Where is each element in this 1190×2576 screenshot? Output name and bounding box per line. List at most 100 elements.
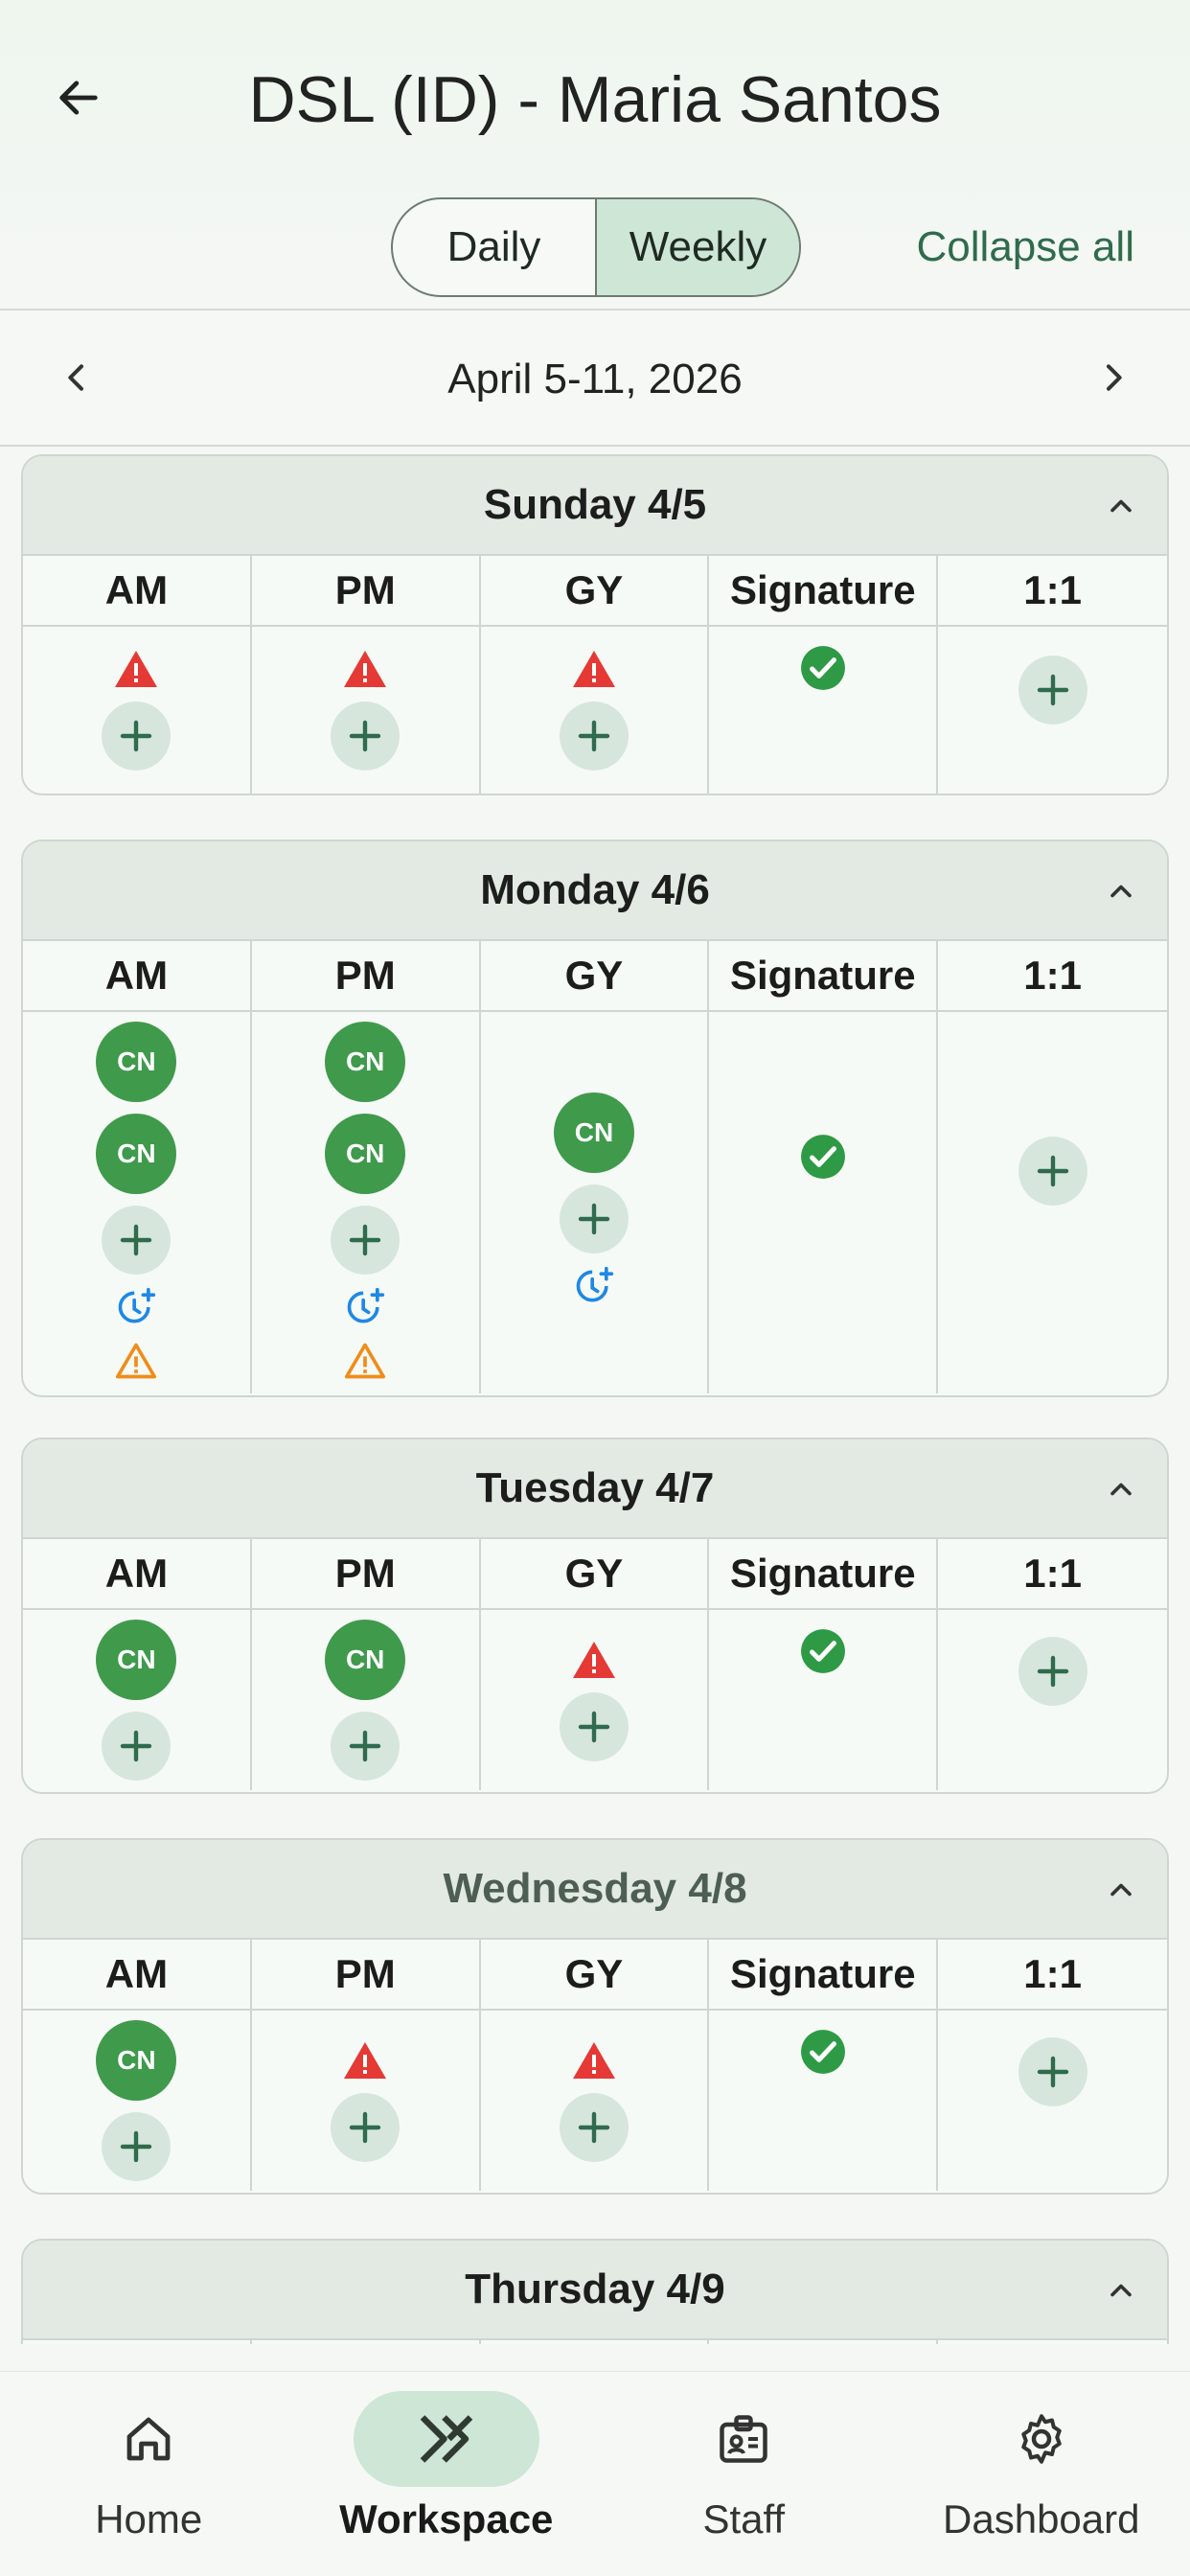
day-header[interactable]: Wednesday 4/8 — [23, 1840, 1167, 1940]
column-header-signature: Signature — [709, 1539, 939, 1608]
day-header[interactable]: Thursday 4/9 — [23, 2241, 1167, 2340]
plus-icon — [571, 2104, 617, 2150]
add-note-button[interactable] — [559, 1184, 629, 1254]
nav-item-workspace[interactable]: Workspace — [298, 2372, 596, 2576]
daily-toggle-option[interactable]: Daily — [393, 199, 595, 295]
chevron-up-icon[interactable] — [1104, 489, 1138, 523]
plus-icon — [571, 713, 617, 759]
completed-note-badge[interactable]: CN — [96, 1022, 177, 1102]
chevron-up-icon[interactable] — [1104, 874, 1138, 908]
day-header[interactable]: Sunday 4/5 — [23, 456, 1167, 556]
pm-cell — [252, 627, 481, 794]
plus-icon — [1030, 1148, 1076, 1194]
nav-item-dashboard[interactable]: Dashboard — [893, 2372, 1190, 2576]
week-range-label: April 5-11, 2026 — [447, 356, 743, 402]
day-card-tuesday: Tuesday 4/7 AM PM GY Signature 1:1 CN CN — [21, 1438, 1169, 1794]
gy-cell: CN — [481, 1012, 710, 1393]
completed-note-badge[interactable]: CN — [325, 1022, 406, 1102]
warning-icon[interactable] — [344, 1340, 386, 1382]
gear-icon — [1021, 2414, 1062, 2464]
next-week-button[interactable] — [1073, 337, 1154, 418]
add-one-on-one-button[interactable] — [1018, 656, 1087, 724]
column-header-gy: GY — [481, 2340, 710, 2344]
day-card-wednesday: Wednesday 4/8 AM PM GY Signature 1:1 CN — [21, 1838, 1169, 2195]
workspace-icon — [420, 2415, 473, 2463]
nav-label: Staff — [702, 2496, 786, 2542]
column-header-am: AM — [23, 556, 252, 625]
column-header-one-on-one: 1:1 — [1023, 1951, 1082, 1996]
gy-cell — [481, 627, 710, 794]
gy-cell — [481, 2011, 710, 2191]
day-card-thursday: Thursday 4/9 AM PM GY Signature 1:1 — [21, 2239, 1169, 2344]
missing-note-alert-icon[interactable] — [571, 646, 617, 692]
add-one-on-one-button[interactable] — [1018, 1137, 1087, 1206]
add-note-button[interactable] — [559, 702, 629, 770]
add-note-button[interactable] — [102, 1712, 172, 1781]
completed-note-badge[interactable]: CN — [96, 1114, 177, 1194]
column-header-pm: PM — [252, 2340, 481, 2344]
day-title: Thursday 4/9 — [465, 2266, 725, 2312]
column-header-pm: PM — [252, 1539, 481, 1608]
add-note-button[interactable] — [102, 2112, 172, 2181]
add-note-button[interactable] — [331, 702, 400, 770]
completed-note-badge[interactable]: CN — [96, 1620, 177, 1700]
warning-icon[interactable] — [115, 1340, 157, 1382]
am-cell: CN — [23, 1610, 252, 1790]
clock-plus-icon[interactable] — [115, 1286, 157, 1328]
nav-item-staff[interactable]: Staff — [595, 2372, 893, 2576]
chevron-up-icon[interactable] — [1104, 1873, 1138, 1907]
am-cell: CN — [23, 2011, 252, 2191]
pm-cell — [252, 2011, 481, 2191]
check-circle-icon — [799, 1627, 847, 1675]
day-header[interactable]: Tuesday 4/7 — [23, 1439, 1167, 1539]
plus-icon — [571, 1196, 617, 1242]
add-note-button[interactable] — [331, 1206, 400, 1275]
add-one-on-one-button[interactable] — [1018, 2037, 1087, 2106]
completed-note-badge[interactable]: CN — [325, 1620, 406, 1700]
am-cell: CN CN — [23, 1012, 252, 1393]
missing-note-alert-icon[interactable] — [571, 2037, 617, 2083]
column-headers: AM PM GY Signature 1:1 — [23, 1940, 1167, 2011]
missing-note-alert-icon[interactable] — [342, 2037, 388, 2083]
add-note-button[interactable] — [331, 1712, 400, 1781]
pm-cell: CN CN — [252, 1012, 481, 1393]
weekly-toggle-option[interactable]: Weekly — [595, 199, 799, 295]
add-one-on-one-button[interactable] — [1018, 1637, 1087, 1706]
add-note-button[interactable] — [559, 1692, 629, 1761]
column-headers: AM PM GY Signature 1:1 — [23, 941, 1167, 1012]
column-header-am: AM — [23, 2340, 252, 2344]
completed-note-badge[interactable]: CN — [96, 2020, 177, 2101]
plus-icon — [1030, 2049, 1076, 2095]
clock-plus-icon[interactable] — [573, 1265, 615, 1307]
completed-note-badge[interactable]: CN — [553, 1092, 634, 1173]
missing-note-alert-icon[interactable] — [342, 646, 388, 692]
column-header-am: AM — [23, 1940, 252, 2009]
chevron-up-icon[interactable] — [1104, 1472, 1138, 1506]
add-note-button[interactable] — [102, 1206, 172, 1275]
add-note-button[interactable] — [331, 2093, 400, 2162]
day-header[interactable]: Monday 4/6 — [23, 841, 1167, 941]
plus-icon — [113, 1217, 159, 1263]
week-navigator: April 5-11, 2026 — [0, 310, 1190, 445]
day-card-monday: Monday 4/6 AM PM GY Signature 1:1 CN CN … — [21, 840, 1169, 1397]
add-note-button[interactable] — [559, 2093, 629, 2162]
column-header-gy: GY — [481, 1539, 710, 1608]
day-title: Monday 4/6 — [480, 866, 710, 913]
am-cell — [23, 627, 252, 794]
one-on-one-cell — [938, 1012, 1167, 1393]
column-headers: AM PM GY Signature 1:1 — [23, 556, 1167, 627]
column-header-signature: Signature — [709, 2340, 939, 2344]
clock-plus-icon[interactable] — [344, 1286, 386, 1328]
nav-item-home[interactable]: Home — [0, 2372, 298, 2576]
plus-icon — [342, 1723, 388, 1769]
collapse-all-button[interactable]: Collapse all — [917, 218, 1134, 276]
add-note-button[interactable] — [102, 702, 172, 770]
nav-label: Dashboard — [943, 2496, 1140, 2542]
chevron-up-icon[interactable] — [1104, 2273, 1138, 2308]
column-header-signature: Signature — [709, 941, 939, 1010]
completed-note-badge[interactable]: CN — [325, 1114, 406, 1194]
plus-icon — [342, 713, 388, 759]
week-day-list[interactable]: Sunday 4/5 AM PM GY Signature 1:1 Monday… — [0, 447, 1190, 2344]
missing-note-alert-icon[interactable] — [571, 1637, 617, 1683]
missing-note-alert-icon[interactable] — [113, 646, 159, 692]
